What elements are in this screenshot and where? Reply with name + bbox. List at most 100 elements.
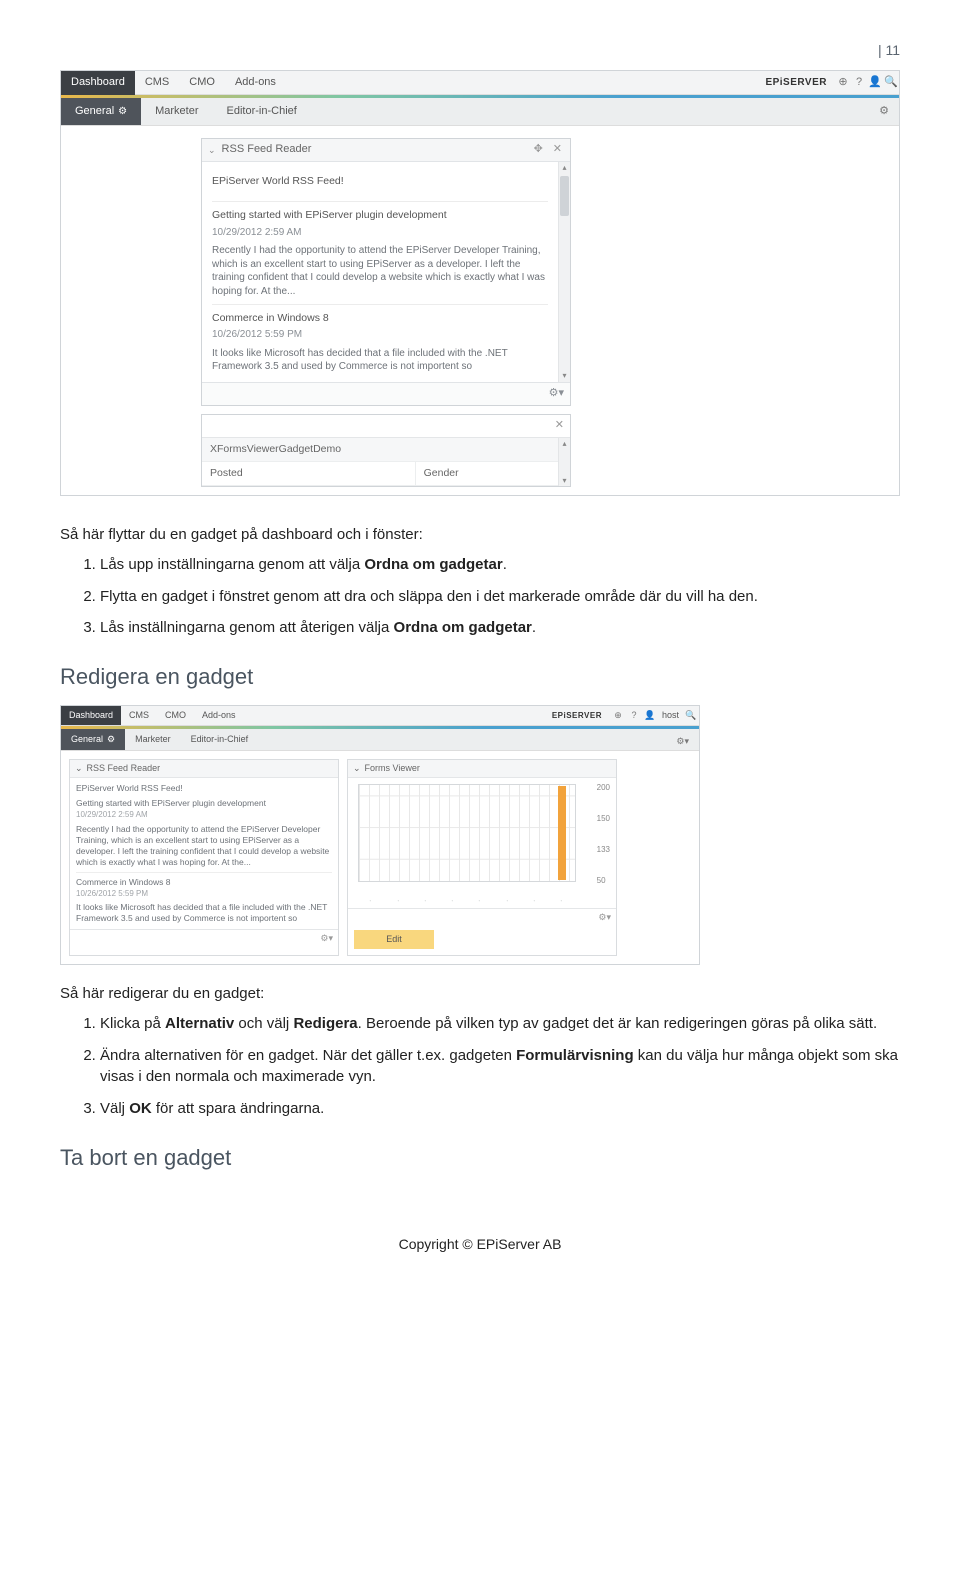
subnav-marketer[interactable]: Marketer xyxy=(125,729,181,750)
sub-nav: General ⚙ Marketer Editor-in-Chief ⚙ xyxy=(61,98,899,126)
feed-item-text: It looks like Microsoft has decided that… xyxy=(212,347,548,374)
panel-gear-icon[interactable]: ⚙▾ xyxy=(320,932,333,945)
feed-item-date: 10/29/2012 2:59 AM xyxy=(212,224,548,245)
help-icon[interactable]: ? xyxy=(851,75,867,91)
step-bold: Ordna om gadgetar xyxy=(394,619,532,636)
user-icon[interactable]: 👤 xyxy=(642,709,658,722)
scroll-up-icon[interactable]: ▴ xyxy=(559,438,570,450)
subnav-general[interactable]: General ⚙ xyxy=(61,729,125,750)
close-icon[interactable]: ✕ xyxy=(551,142,564,158)
step-text: Ändra alternativen för en gadget. När de… xyxy=(100,1047,516,1064)
feed-item-title[interactable]: Getting started with EPiServer plugin de… xyxy=(76,798,332,809)
user-name: host xyxy=(658,706,683,725)
subnav-marketer[interactable]: Marketer xyxy=(141,98,212,125)
nav-cms[interactable]: CMS xyxy=(121,706,157,725)
screenshot-edit-gadget: Dashboard CMS CMO Add-ons EPiSERVER ⊕ ? … xyxy=(60,705,700,965)
ytick: 150 xyxy=(597,813,610,825)
scrollbar[interactable]: ▴ ▾ xyxy=(558,162,570,382)
chevron-down-icon[interactable]: ⌄ xyxy=(75,762,83,775)
nav-addons[interactable]: Add-ons xyxy=(194,706,244,725)
gear-icon: ⚙ xyxy=(118,105,127,120)
step-text: Lås upp inställningarna genom att välja xyxy=(100,556,364,573)
step-item: Lås inställningarna genom att återigen v… xyxy=(100,617,900,639)
subnav-editor[interactable]: Editor-in-Chief xyxy=(213,98,311,125)
nav-cmo[interactable]: CMO xyxy=(157,706,194,725)
feed-title: EPiServer World RSS Feed! xyxy=(212,170,548,195)
steps-list: Lås upp inställningarna genom att välja … xyxy=(100,554,900,639)
step-bold: Formulärvisning xyxy=(516,1047,634,1064)
feed-item-title[interactable]: Commerce in Windows 8 xyxy=(212,311,548,326)
brand-logo: EPiSERVER xyxy=(552,710,610,722)
steps-list-2: Klicka på Alternativ och välj Redigera. … xyxy=(100,1013,900,1120)
step-text: för att spara ändringarna. xyxy=(152,1100,325,1117)
intro-text: Så här flyttar du en gadget på dashboard… xyxy=(60,524,900,546)
subnav-general-label: General xyxy=(71,733,103,746)
nav-addons[interactable]: Add-ons xyxy=(225,71,286,95)
feed-item-date: 10/29/2012 2:59 AM xyxy=(76,809,332,823)
user-icon[interactable]: 👤 xyxy=(867,75,883,91)
intro-text-2: Så här redigerar du en gadget: xyxy=(60,983,900,1005)
nav-cms[interactable]: CMS xyxy=(135,71,179,95)
subnav-general-label: General xyxy=(75,104,114,120)
ytick: 133 xyxy=(597,844,610,856)
step-text: Välj xyxy=(100,1100,129,1117)
nav-dashboard[interactable]: Dashboard xyxy=(61,71,135,95)
globe-icon[interactable]: ⊕ xyxy=(610,709,626,722)
feed-item-title[interactable]: Commerce in Windows 8 xyxy=(76,877,332,888)
top-nav: Dashboard CMS CMO Add-ons EPiSERVER ⊕ ? … xyxy=(61,706,699,726)
feed-title: EPiServer World RSS Feed! xyxy=(76,783,332,798)
help-icon[interactable]: ? xyxy=(626,709,642,722)
scrollbar[interactable]: ▴ ▾ xyxy=(558,438,570,486)
panel-title: RSS Feed Reader xyxy=(222,142,526,158)
step-text: . xyxy=(503,556,507,573)
rss-panel: ⌄ RSS Feed Reader EPiServer World RSS Fe… xyxy=(69,759,339,956)
step-item: Välj OK för att spara ändringarna. xyxy=(100,1098,900,1120)
chevron-down-icon[interactable]: ⌄ xyxy=(353,762,361,775)
col-gender[interactable]: Gender xyxy=(416,462,558,485)
brand-logo: EPiSERVER xyxy=(765,76,835,91)
step-text: . Beroende på vilken typ av gadget det ä… xyxy=(358,1015,878,1032)
subnav-general[interactable]: General ⚙ xyxy=(61,98,141,125)
chevron-down-icon[interactable]: ⌄ xyxy=(208,144,216,157)
scroll-down-icon[interactable]: ▾ xyxy=(559,475,570,487)
nav-cmo[interactable]: CMO xyxy=(179,71,225,95)
screenshot-dashboard: Dashboard CMS CMO Add-ons EPiSERVER ⊕ ? … xyxy=(60,70,900,496)
chart-area: 200 150 133 50 ········ xyxy=(348,778,616,908)
panel-gear-icon[interactable]: ⚙▾ xyxy=(598,911,611,924)
edit-button[interactable]: Edit xyxy=(354,930,434,949)
page-number: | 11 xyxy=(60,40,900,60)
close-icon[interactable]: ✕ xyxy=(555,418,564,434)
feed-item-date: 10/26/2012 5:59 PM xyxy=(76,888,332,902)
heading-redigera: Redigera en gadget xyxy=(60,661,900,693)
heading-tabort: Ta bort en gadget xyxy=(60,1142,900,1174)
chart-grid xyxy=(358,784,576,882)
step-item: Klicka på Alternativ och välj Redigera. … xyxy=(100,1013,900,1035)
search-icon[interactable]: 🔍 xyxy=(883,75,899,91)
subnav-editor[interactable]: Editor-in-Chief xyxy=(181,729,259,750)
feed-item-date: 10/26/2012 5:59 PM xyxy=(212,326,548,347)
rss-panel: ⌄ RSS Feed Reader ✥ ✕ EPiServer World RS… xyxy=(201,138,571,406)
forms-viewer-panel: ⌄ Forms Viewer 200 150 133 50 ········ xyxy=(347,759,617,956)
scroll-down-icon[interactable]: ▾ xyxy=(559,370,570,382)
step-text: . xyxy=(532,619,536,636)
move-icon[interactable]: ✥ xyxy=(532,142,545,158)
step-text: Lås inställningarna genom att återigen v… xyxy=(100,619,394,636)
panel-gear-icon[interactable]: ⚙▾ xyxy=(549,386,564,402)
step-text: Klicka på xyxy=(100,1015,165,1032)
nav-dashboard[interactable]: Dashboard xyxy=(61,706,121,725)
search-icon[interactable]: 🔍 xyxy=(683,709,699,722)
xforms-title: XFormsViewerGadgetDemo xyxy=(202,438,558,461)
settings-gear-icon[interactable]: ⚙▾ xyxy=(666,729,699,750)
footer-copyright: Copyright © EPiServer AB xyxy=(60,1234,900,1254)
col-posted[interactable]: Posted xyxy=(202,462,416,485)
scroll-thumb[interactable] xyxy=(560,176,569,216)
globe-icon[interactable]: ⊕ xyxy=(835,75,851,91)
feed-item-title[interactable]: Getting started with EPiServer plugin de… xyxy=(212,208,548,223)
step-item: Flytta en gadget i fönstret genom att dr… xyxy=(100,586,900,608)
settings-gear-icon[interactable]: ⚙ xyxy=(869,98,899,125)
xforms-panel: ✕ XFormsViewerGadgetDemo Posted Gender ▴ xyxy=(201,414,571,487)
scroll-up-icon[interactable]: ▴ xyxy=(559,162,570,174)
panel-title: RSS Feed Reader xyxy=(87,762,333,775)
step-text: och välj xyxy=(234,1015,293,1032)
gear-icon: ⚙ xyxy=(107,733,115,746)
